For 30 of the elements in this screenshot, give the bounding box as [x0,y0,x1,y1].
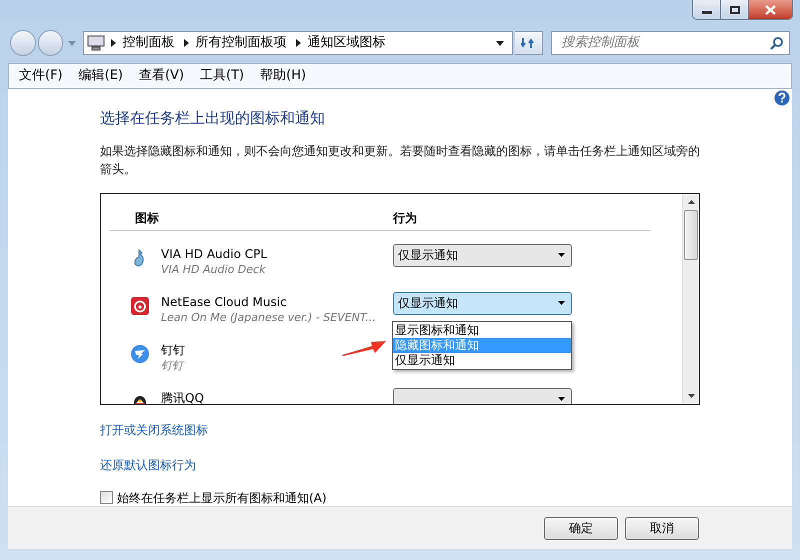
column-header: 行为 [393,210,417,226]
address-field[interactable]: 控制面板 所有控制面板项 通知区域图标 [83,31,513,55]
behavior-dropdown[interactable]: 仅显示通知 [393,244,572,266]
app-name: VIA HD Audio CPL [161,246,268,262]
column-header: 图标 [135,210,160,226]
dialog-button[interactable]: 确定 [544,516,618,540]
app-name: 钉钉 [161,342,185,358]
search-field[interactable]: 搜索控制面板 [551,31,790,55]
breadcrumb-item[interactable]: 所有控制面板项 [195,33,286,53]
link[interactable]: 打开或关闭系统图标 [100,422,208,436]
app-subtitle: Lean On Me (Japanese ver.) - SEVENT... [161,310,376,324]
app-name: 腾讯QQ [161,390,204,404]
menu-item[interactable]: 帮助(H) [260,66,306,86]
menu-item[interactable]: 查看(V) [138,66,184,86]
app-subtitle: VIA HD Audio Deck [161,262,266,276]
app-subtitle: 钉钉 [161,358,183,372]
link[interactable]: 还原默认图标行为 [100,458,196,472]
dialog-button[interactable]: 取消 [625,516,699,540]
checkbox-label[interactable]: 始终在任务栏上显示所有图标和通知(A) [117,488,327,506]
menu-item[interactable]: 工具(T) [200,66,244,86]
dropdown-option[interactable]: 仅显示通知 [393,353,571,368]
breadcrumb-item[interactable]: 控制面板 [122,33,174,53]
menu-item[interactable]: 文件(F) [19,66,63,86]
description-text: 如果选择隐藏图标和通知，则不会向您通知更改和更新。若要随时查看隐藏的图标，请单击任务栏上通知区域旁的箭头。 [100,142,701,178]
page-heading: 选择在任务栏上出现的图标和通知 [100,108,326,129]
behavior-dropdown[interactable]: 仅显示通知 [393,292,572,314]
dropdown-option[interactable]: 显示图标和通知 [393,323,571,338]
menu-item[interactable]: 编辑(E) [78,66,123,86]
app-name: NetEase Cloud Music [161,294,287,310]
breadcrumb-item[interactable]: 通知区域图标 [307,33,386,53]
